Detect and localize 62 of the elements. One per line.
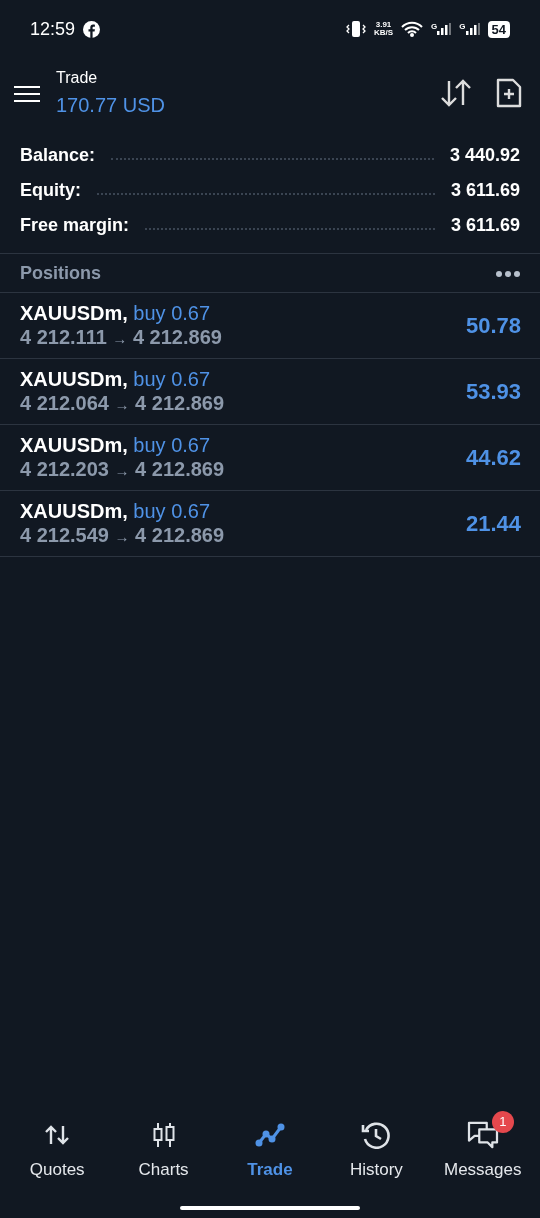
position-row[interactable]: XAUUSDm, buy 0.67 4 212.064 → 4 212.869 53.93 <box>0 359 540 425</box>
wifi-icon <box>401 21 424 37</box>
summary-value: 3 440.92 <box>449 144 520 167</box>
signal-icon <box>465 23 480 35</box>
network-type: G <box>431 23 438 31</box>
current-price: 4 212.869 <box>132 325 222 348</box>
position-symbol: XAUUSDm, <box>20 367 128 390</box>
arrow-glyph: → <box>114 461 130 479</box>
open-price: 4 212.549 <box>20 523 109 546</box>
position-side: buy 0.67 <box>133 301 211 324</box>
screen-title: Trade <box>56 68 99 88</box>
network-speed: 3.91 <box>374 21 393 29</box>
profit-value: 53.93 <box>465 379 521 404</box>
position-row[interactable]: XAUUSDm, buy 0.67 4 212.549 → 4 212.869 21.44 <box>0 491 540 557</box>
position-symbol: XAUUSDm, <box>20 499 128 522</box>
position-side: buy 0.67 <box>133 499 211 522</box>
open-price: 4 212.111 <box>20 325 107 348</box>
nav-tab[interactable]: Quotes <box>5 1110 110 1182</box>
current-price: 4 212.869 <box>135 391 225 414</box>
clock-history-icon <box>361 1120 392 1149</box>
speed-unit: KB/S <box>373 29 394 37</box>
profit-value: 21.44 <box>465 511 521 536</box>
arrow-glyph: → <box>114 527 130 545</box>
summary-label: Free margin: <box>20 214 130 237</box>
network-type: G <box>459 23 466 31</box>
arrow-glyph: → <box>114 395 130 413</box>
chat-bubbles-icon <box>465 1120 500 1149</box>
more-icon <box>496 270 520 277</box>
account-balance: 170.77 USD <box>56 93 166 118</box>
facebook-icon <box>83 20 101 38</box>
profit-value: 50.78 <box>465 313 521 338</box>
profit-value: 44.62 <box>465 445 521 470</box>
arrow-glyph: → <box>112 329 128 347</box>
sort-button[interactable] <box>440 79 472 107</box>
open-price: 4 212.203 <box>20 457 109 480</box>
position-symbol: XAUUSDm, <box>20 301 128 324</box>
document-plus-icon <box>496 78 522 108</box>
summary-label: Equity: <box>20 179 81 202</box>
notification-badge: 1 <box>491 1110 514 1133</box>
current-price: 4 212.869 <box>135 523 225 546</box>
nav-tab[interactable]: Trade <box>217 1110 322 1182</box>
menu-icon <box>14 84 40 103</box>
position-side: buy 0.67 <box>133 433 211 456</box>
sort-arrows-icon <box>440 79 472 107</box>
section-title: Positions <box>20 261 101 285</box>
signal-icon <box>437 23 452 35</box>
nav-tab[interactable]: Messages 1 <box>430 1110 535 1182</box>
vibrate-icon <box>345 20 366 38</box>
clock-time: 12:59 <box>30 17 76 41</box>
summary-label: Balance: <box>20 144 96 167</box>
open-price: 4 212.064 <box>20 391 109 414</box>
position-symbol: XAUUSDm, <box>20 433 128 456</box>
position-row[interactable]: XAUUSDm, buy 0.67 4 212.111 → 4 212.869 50.78 <box>0 293 540 359</box>
nav-tab[interactable]: Charts <box>111 1110 216 1182</box>
current-price: 4 212.869 <box>135 457 225 480</box>
summary-value: 3 611.69 <box>450 179 520 202</box>
position-row[interactable]: XAUUSDm, buy 0.67 4 212.203 → 4 212.869 44.62 <box>0 425 540 491</box>
position-side: buy 0.67 <box>133 367 211 390</box>
nav-tab[interactable]: History <box>324 1110 429 1182</box>
battery-level: 54 <box>487 20 510 38</box>
new-order-button[interactable] <box>496 78 522 108</box>
summary-value: 3 611.69 <box>450 214 520 237</box>
